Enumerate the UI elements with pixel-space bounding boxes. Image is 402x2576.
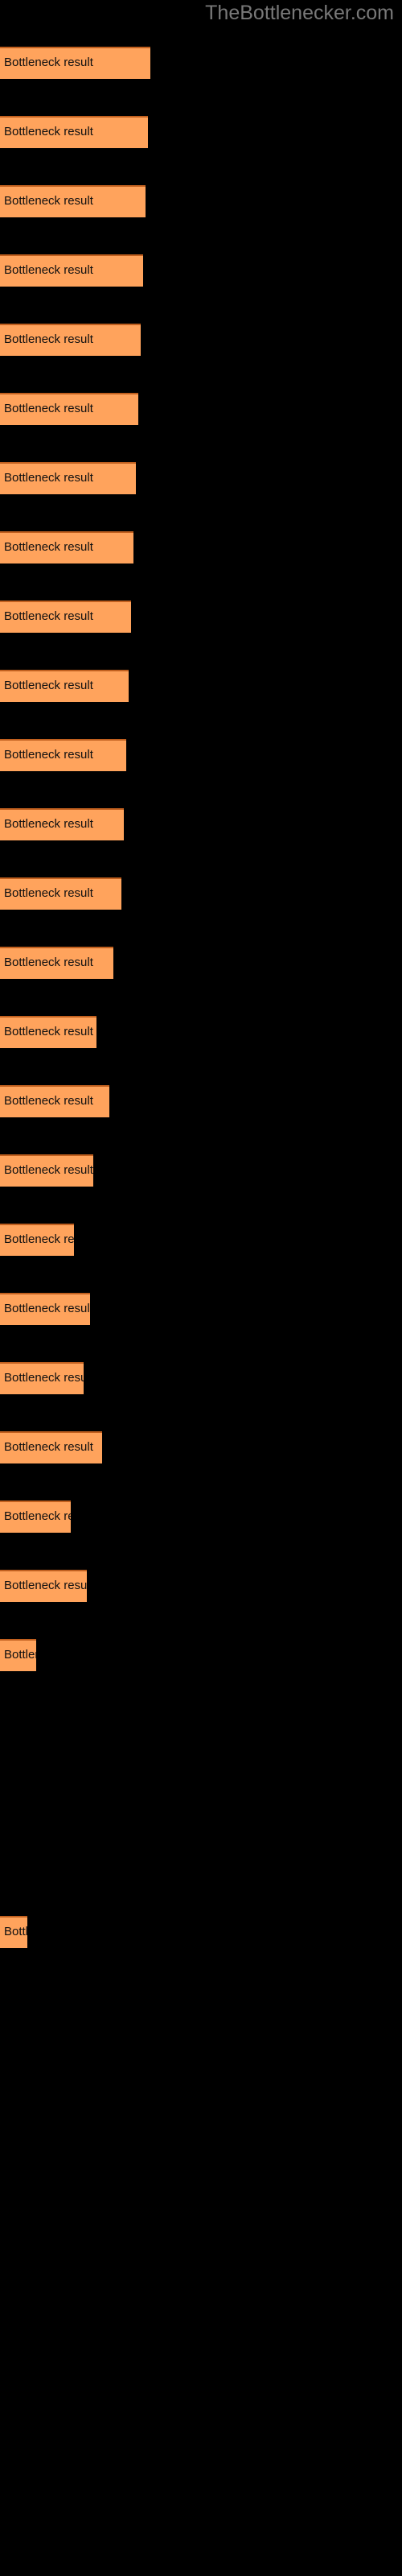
page-title: TheBottlenecker.com	[205, 2, 394, 24]
bar-label: Bottleneck result	[4, 471, 93, 485]
bar-label: Bottleneck result	[4, 1509, 71, 1523]
bar-18: Bottleneck result	[0, 1224, 74, 1256]
bar-15: Bottleneck result	[0, 1016, 96, 1048]
bar-2: Bottleneck result	[0, 116, 148, 148]
bar-5: Bottleneck result	[0, 324, 141, 356]
bar-label: Bottleneck result	[4, 886, 93, 900]
bar-13: Bottleneck result	[0, 877, 121, 910]
bar-16: Bottleneck result	[0, 1085, 109, 1117]
bar-label: Bottleneck result	[4, 1025, 93, 1038]
bar-label: Bottleneck result	[4, 1163, 93, 1177]
bar-label: Bottleneck result	[4, 540, 93, 554]
bar-label: Bottleneck result	[4, 1440, 93, 1454]
bottleneck-bar-chart: TheBottlenecker.com Bottleneck result Bot…	[0, 0, 402, 2576]
bar-11: Bottleneck result	[0, 739, 126, 771]
bar-label: Bottleneck result	[4, 748, 93, 762]
bar-label: Bottleneck result	[4, 1579, 87, 1592]
bar-23: Bottleneck result	[0, 1570, 87, 1602]
bar-label: Bottleneck result	[4, 125, 93, 138]
bar-12: Bottleneck result	[0, 808, 124, 840]
bar-label: Bottleneck result	[4, 956, 93, 969]
bar-17: Bottleneck result	[0, 1154, 93, 1187]
bar-22: Bottleneck result	[0, 1501, 71, 1533]
bar-8: Bottleneck result	[0, 531, 133, 564]
bar-3: Bottleneck result	[0, 185, 146, 217]
bar-label: Bottleneck result	[4, 609, 93, 623]
bar-24: Bottleneck result	[0, 1639, 36, 1671]
bar-7: Bottleneck result	[0, 462, 136, 494]
bar-28: Bottleneck result	[0, 1916, 27, 1948]
bar-19: Bottleneck result	[0, 1293, 90, 1325]
bar-label: Bottleneck result	[4, 332, 93, 346]
bar-label: Bottleneck result	[4, 402, 93, 415]
bar-label: Bottleneck result	[4, 679, 93, 692]
bar-20: Bottleneck result	[0, 1362, 84, 1394]
bar-1: Bottleneck result	[0, 47, 150, 79]
bar-label: Bottleneck result	[4, 56, 93, 69]
bar-label: Bottleneck result	[4, 1925, 27, 1938]
bar-label: Bottleneck result	[4, 263, 93, 277]
bar-label: Bottleneck result	[4, 194, 93, 208]
bar-label: Bottleneck result	[4, 1094, 93, 1108]
bar-label: Bottleneck result	[4, 817, 93, 831]
bar-4: Bottleneck result	[0, 254, 143, 287]
bar-label: Bottleneck result	[4, 1371, 84, 1385]
bar-label: Bottleneck result	[4, 1302, 90, 1315]
bar-21: Bottleneck result	[0, 1431, 102, 1463]
bar-label: Bottleneck result	[4, 1648, 36, 1662]
bar-6: Bottleneck result	[0, 393, 138, 425]
bar-10: Bottleneck result	[0, 670, 129, 702]
bar-label: Bottleneck result	[4, 1232, 74, 1246]
bar-9: Bottleneck result	[0, 601, 131, 633]
bar-14: Bottleneck result	[0, 947, 113, 979]
